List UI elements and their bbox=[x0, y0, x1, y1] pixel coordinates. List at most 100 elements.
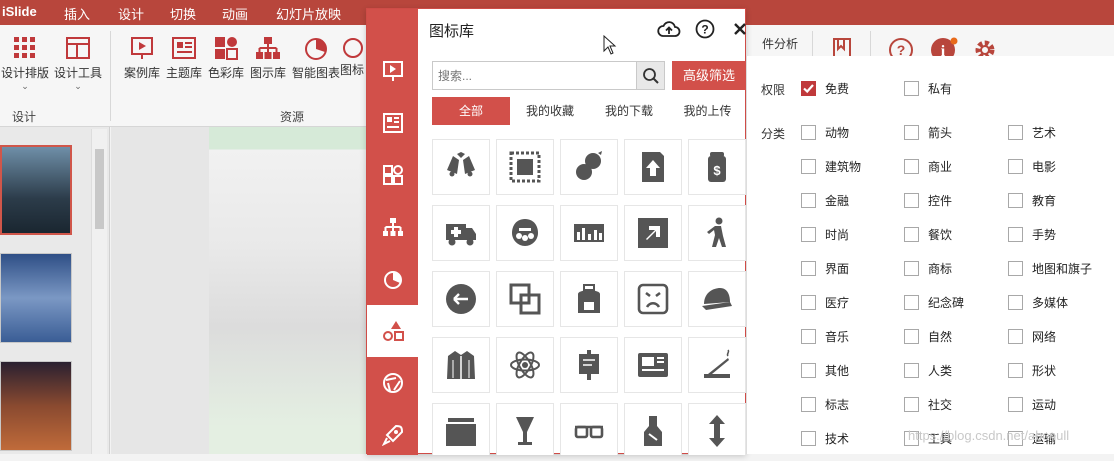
checkbox-box bbox=[801, 397, 816, 412]
category-checkbox[interactable]: 运动 bbox=[1008, 396, 1056, 413]
advanced-filter-button[interactable]: 高级筛选 bbox=[672, 61, 746, 90]
category-checkbox[interactable]: 建筑物 bbox=[801, 158, 861, 175]
icon-cell[interactable] bbox=[432, 205, 490, 261]
permission-free-checkbox[interactable]: 免费 bbox=[801, 80, 849, 97]
icon-cell[interactable] bbox=[688, 205, 746, 261]
cloud-upload-icon[interactable] bbox=[657, 19, 681, 42]
category-checkbox[interactable]: 界面 bbox=[801, 260, 849, 277]
icon-cell[interactable] bbox=[624, 205, 682, 261]
icon-cell[interactable] bbox=[496, 205, 554, 261]
tab-downloads[interactable]: 我的下载 bbox=[590, 97, 668, 125]
theme-library-button[interactable]: 主题库 bbox=[160, 35, 208, 81]
category-checkbox[interactable]: 社交 bbox=[904, 396, 952, 413]
icon-cell[interactable] bbox=[560, 403, 618, 455]
category-checkbox[interactable]: 纪念碑 bbox=[904, 294, 964, 311]
category-checkbox[interactable]: 形状 bbox=[1008, 362, 1056, 379]
category-checkbox[interactable]: 多媒体 bbox=[1008, 294, 1068, 311]
nav-rocket[interactable] bbox=[367, 409, 418, 461]
category-checkbox-label: 运动 bbox=[1032, 398, 1057, 412]
category-checkbox[interactable]: 网络 bbox=[1008, 328, 1056, 345]
category-checkbox[interactable]: 其他 bbox=[801, 362, 849, 379]
color-library-button[interactable]: 色彩库 bbox=[202, 35, 250, 81]
icon-cell[interactable] bbox=[560, 139, 618, 195]
slide-canvas[interactable] bbox=[209, 127, 379, 454]
nav-icon-library[interactable] bbox=[367, 305, 418, 357]
tab-slideshow[interactable]: 幻灯片放映 bbox=[276, 4, 341, 23]
icon-cell[interactable] bbox=[624, 337, 682, 393]
category-checkbox[interactable]: 商业 bbox=[904, 158, 952, 175]
design-layout-button[interactable]: 设计排版 ⌄ bbox=[0, 35, 50, 92]
search-input[interactable] bbox=[433, 62, 637, 89]
tab-transitions[interactable]: 切换 bbox=[170, 4, 196, 23]
category-checkbox[interactable]: 地图和旗子 bbox=[1008, 260, 1092, 277]
category-checkbox[interactable]: 艺术 bbox=[1008, 124, 1056, 141]
category-checkbox[interactable]: 医疗 bbox=[801, 294, 849, 311]
icon-cell[interactable] bbox=[432, 337, 490, 393]
icon-cell[interactable] bbox=[560, 271, 618, 327]
tab-uploads[interactable]: 我的上传 bbox=[668, 97, 747, 125]
category-checkbox[interactable]: 标志 bbox=[801, 396, 849, 413]
design-tools-button[interactable]: 设计工具 ⌄ bbox=[52, 35, 104, 92]
icon-cell[interactable] bbox=[560, 205, 618, 261]
nav-color-library[interactable] bbox=[367, 149, 418, 201]
icon-cell[interactable] bbox=[624, 139, 682, 195]
checkbox-box bbox=[1008, 363, 1023, 378]
category-checkbox[interactable]: 动物 bbox=[801, 124, 849, 141]
icon-cell[interactable] bbox=[432, 403, 490, 455]
category-checkbox[interactable]: 餐饮 bbox=[904, 226, 952, 243]
icon-cell[interactable] bbox=[624, 271, 682, 327]
resource-group-label: 资源 bbox=[280, 110, 305, 124]
icon-cell[interactable] bbox=[688, 337, 746, 393]
checkbox-box bbox=[1008, 227, 1023, 242]
tab-insert[interactable]: 插入 bbox=[64, 4, 90, 23]
category-checkbox[interactable]: 金融 bbox=[801, 192, 849, 209]
category-checkbox[interactable]: 手势 bbox=[1008, 226, 1056, 243]
nav-theme-library[interactable] bbox=[367, 97, 418, 149]
slide-thumbnail[interactable] bbox=[0, 253, 72, 343]
category-checkbox[interactable]: 电影 bbox=[1008, 158, 1056, 175]
icon-cell[interactable] bbox=[496, 403, 554, 455]
category-checkbox[interactable]: 技术 bbox=[801, 430, 849, 447]
category-checkbox[interactable]: 控件 bbox=[904, 192, 952, 209]
tab-animations[interactable]: 动画 bbox=[222, 4, 248, 23]
icon-cell[interactable] bbox=[688, 403, 746, 455]
nav-picture-library[interactable] bbox=[367, 357, 418, 409]
analysis-button[interactable]: 件分析 bbox=[762, 35, 798, 52]
icon-cell[interactable] bbox=[496, 271, 554, 327]
icon-cell[interactable] bbox=[688, 271, 746, 327]
slide-thumbnail[interactable] bbox=[0, 145, 72, 235]
icon-cell[interactable]: $ bbox=[688, 139, 746, 195]
tab-design[interactable]: 设计 bbox=[118, 4, 144, 23]
thumbnail-scrollbar[interactable] bbox=[91, 129, 107, 454]
category-checkbox[interactable]: 音乐 bbox=[801, 328, 849, 345]
tab-favorites[interactable]: 我的收藏 bbox=[510, 97, 590, 125]
category-checkbox[interactable]: 商标 bbox=[904, 260, 952, 277]
icon-cell[interactable] bbox=[432, 271, 490, 327]
category-checkbox[interactable]: 人类 bbox=[904, 362, 952, 379]
icon-cell[interactable] bbox=[624, 403, 682, 455]
category-checkbox[interactable]: 自然 bbox=[904, 328, 952, 345]
search-button[interactable] bbox=[636, 62, 664, 89]
icon-cell[interactable] bbox=[496, 139, 554, 195]
category-checkbox[interactable]: 箭头 bbox=[904, 124, 952, 141]
nav-diagram-library[interactable] bbox=[367, 201, 418, 253]
tab-islide[interactable]: iSlide bbox=[2, 4, 37, 19]
slide-thumbnail[interactable] bbox=[0, 361, 72, 451]
permission-private-checkbox[interactable]: 私有 bbox=[904, 80, 952, 97]
tab-all[interactable]: 全部 bbox=[432, 97, 510, 125]
help-icon[interactable]: ? bbox=[695, 19, 715, 42]
scrollbar-thumb[interactable] bbox=[95, 149, 104, 229]
smart-chart-button[interactable]: 智能图表 bbox=[290, 35, 342, 81]
money-bag-icon: $ bbox=[708, 152, 726, 182]
case-library-button[interactable]: 案例库 bbox=[118, 35, 166, 81]
category-checkbox[interactable]: 时尚 bbox=[801, 226, 849, 243]
icon-cell[interactable] bbox=[432, 139, 490, 195]
diagram-library-button[interactable]: 图示库 bbox=[244, 35, 292, 81]
nav-case-library[interactable] bbox=[367, 45, 418, 97]
icon-cell[interactable] bbox=[560, 337, 618, 393]
close-icon[interactable] bbox=[733, 19, 747, 42]
icon-cell[interactable] bbox=[496, 337, 554, 393]
nav-smart-chart[interactable] bbox=[367, 253, 418, 305]
category-checkbox[interactable]: 教育 bbox=[1008, 192, 1056, 209]
color-blocks-icon bbox=[215, 37, 238, 60]
